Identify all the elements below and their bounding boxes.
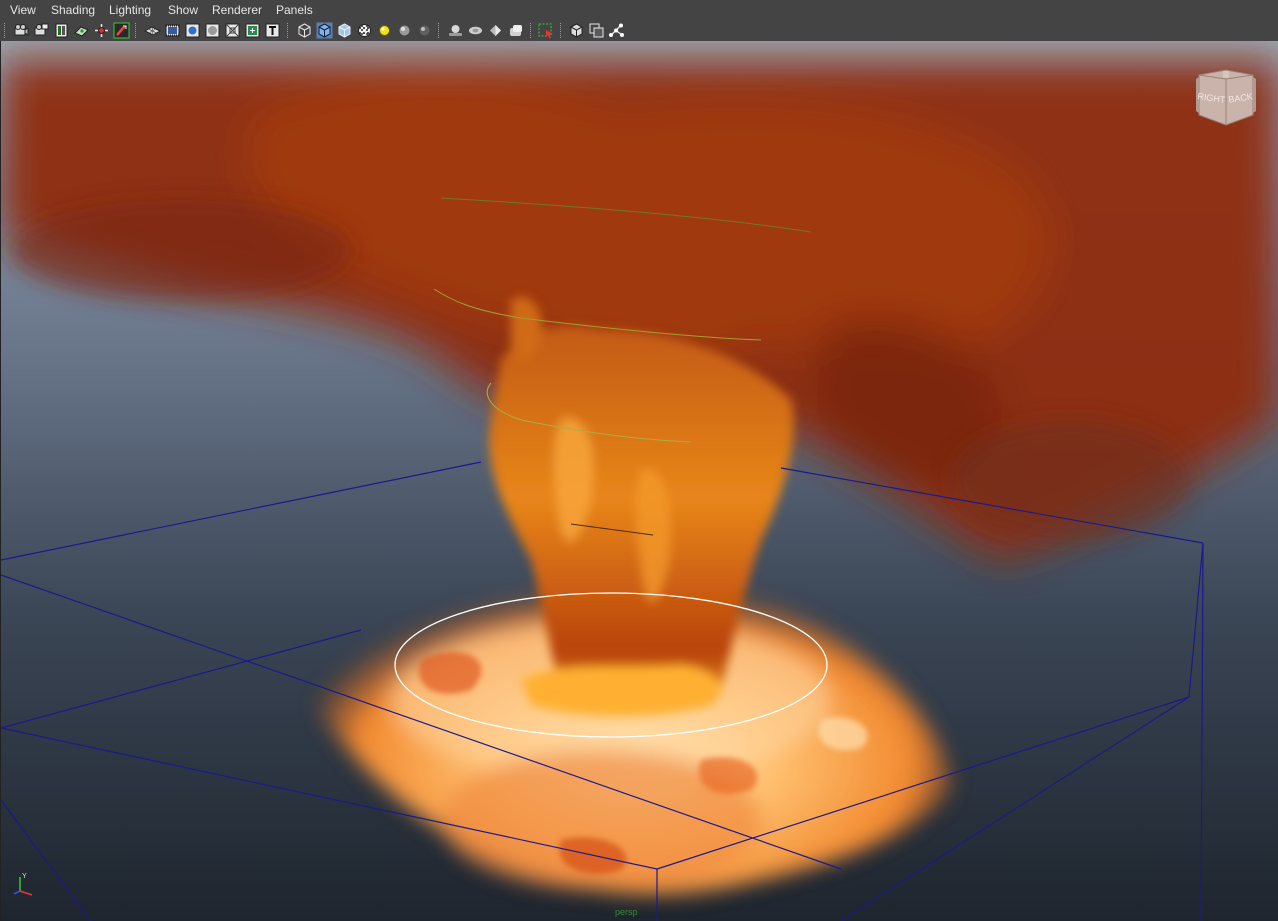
viewport-toolbar xyxy=(0,20,1278,42)
gate-mask-icon[interactable] xyxy=(204,22,221,39)
menu-shading[interactable]: Shading xyxy=(51,3,95,17)
shadows-icon[interactable] xyxy=(396,22,413,39)
film-gate-icon[interactable] xyxy=(164,22,181,39)
isolate-select-icon[interactable] xyxy=(568,22,585,39)
select-camera-icon[interactable] xyxy=(13,22,30,39)
xray-icon[interactable] xyxy=(538,22,555,39)
axis-indicator: Y xyxy=(9,869,39,899)
image-plane-icon[interactable] xyxy=(73,22,90,39)
menu-panels[interactable]: Panels xyxy=(276,3,313,17)
grid-icon[interactable] xyxy=(144,22,161,39)
xray-joints-icon[interactable] xyxy=(588,22,605,39)
multisample-aa-icon[interactable] xyxy=(467,22,484,39)
toolbar-separator xyxy=(560,23,563,38)
shaded-wireframe-icon[interactable] xyxy=(336,22,353,39)
viewport-menubar: View Shading Lighting Show Renderer Pane… xyxy=(0,0,1278,21)
toolbar-separator xyxy=(4,23,7,38)
bookmarks-icon[interactable] xyxy=(53,22,70,39)
camera-attributes-icon[interactable] xyxy=(33,22,50,39)
depth-of-field-icon[interactable] xyxy=(487,22,504,39)
grease-pencil-icon[interactable] xyxy=(113,22,130,39)
smooth-shade-icon[interactable] xyxy=(316,22,333,39)
menu-view[interactable]: View xyxy=(10,3,36,17)
textured-icon[interactable] xyxy=(356,22,373,39)
fire-simulation-scene xyxy=(1,41,1278,921)
hardware-fog-icon[interactable] xyxy=(507,22,524,39)
xray-active-components-icon[interactable] xyxy=(608,22,625,39)
resolution-gate-icon[interactable] xyxy=(184,22,201,39)
screen-space-ao-icon[interactable] xyxy=(416,22,433,39)
toolbar-separator xyxy=(287,23,290,38)
motion-blur-icon[interactable] xyxy=(447,22,464,39)
wireframe-icon[interactable] xyxy=(296,22,313,39)
menu-renderer[interactable]: Renderer xyxy=(212,3,262,17)
two-d-pan-zoom-icon[interactable] xyxy=(93,22,110,39)
field-chart-icon[interactable] xyxy=(224,22,241,39)
safe-title-icon[interactable] xyxy=(264,22,281,39)
menu-show[interactable]: Show xyxy=(168,3,198,17)
use-all-lights-icon[interactable] xyxy=(376,22,393,39)
safe-action-icon[interactable] xyxy=(244,22,261,39)
view-cube[interactable]: RIGHT BACK xyxy=(1193,67,1259,129)
camera-name-label: persp xyxy=(615,907,638,917)
toolbar-separator xyxy=(530,23,533,38)
menu-lighting[interactable]: Lighting xyxy=(109,3,151,17)
axis-y-label: Y xyxy=(22,873,27,880)
toolbar-separator xyxy=(135,23,138,38)
perspective-viewport[interactable]: RIGHT BACK Y persp xyxy=(0,41,1278,921)
toolbar-separator xyxy=(438,23,441,38)
